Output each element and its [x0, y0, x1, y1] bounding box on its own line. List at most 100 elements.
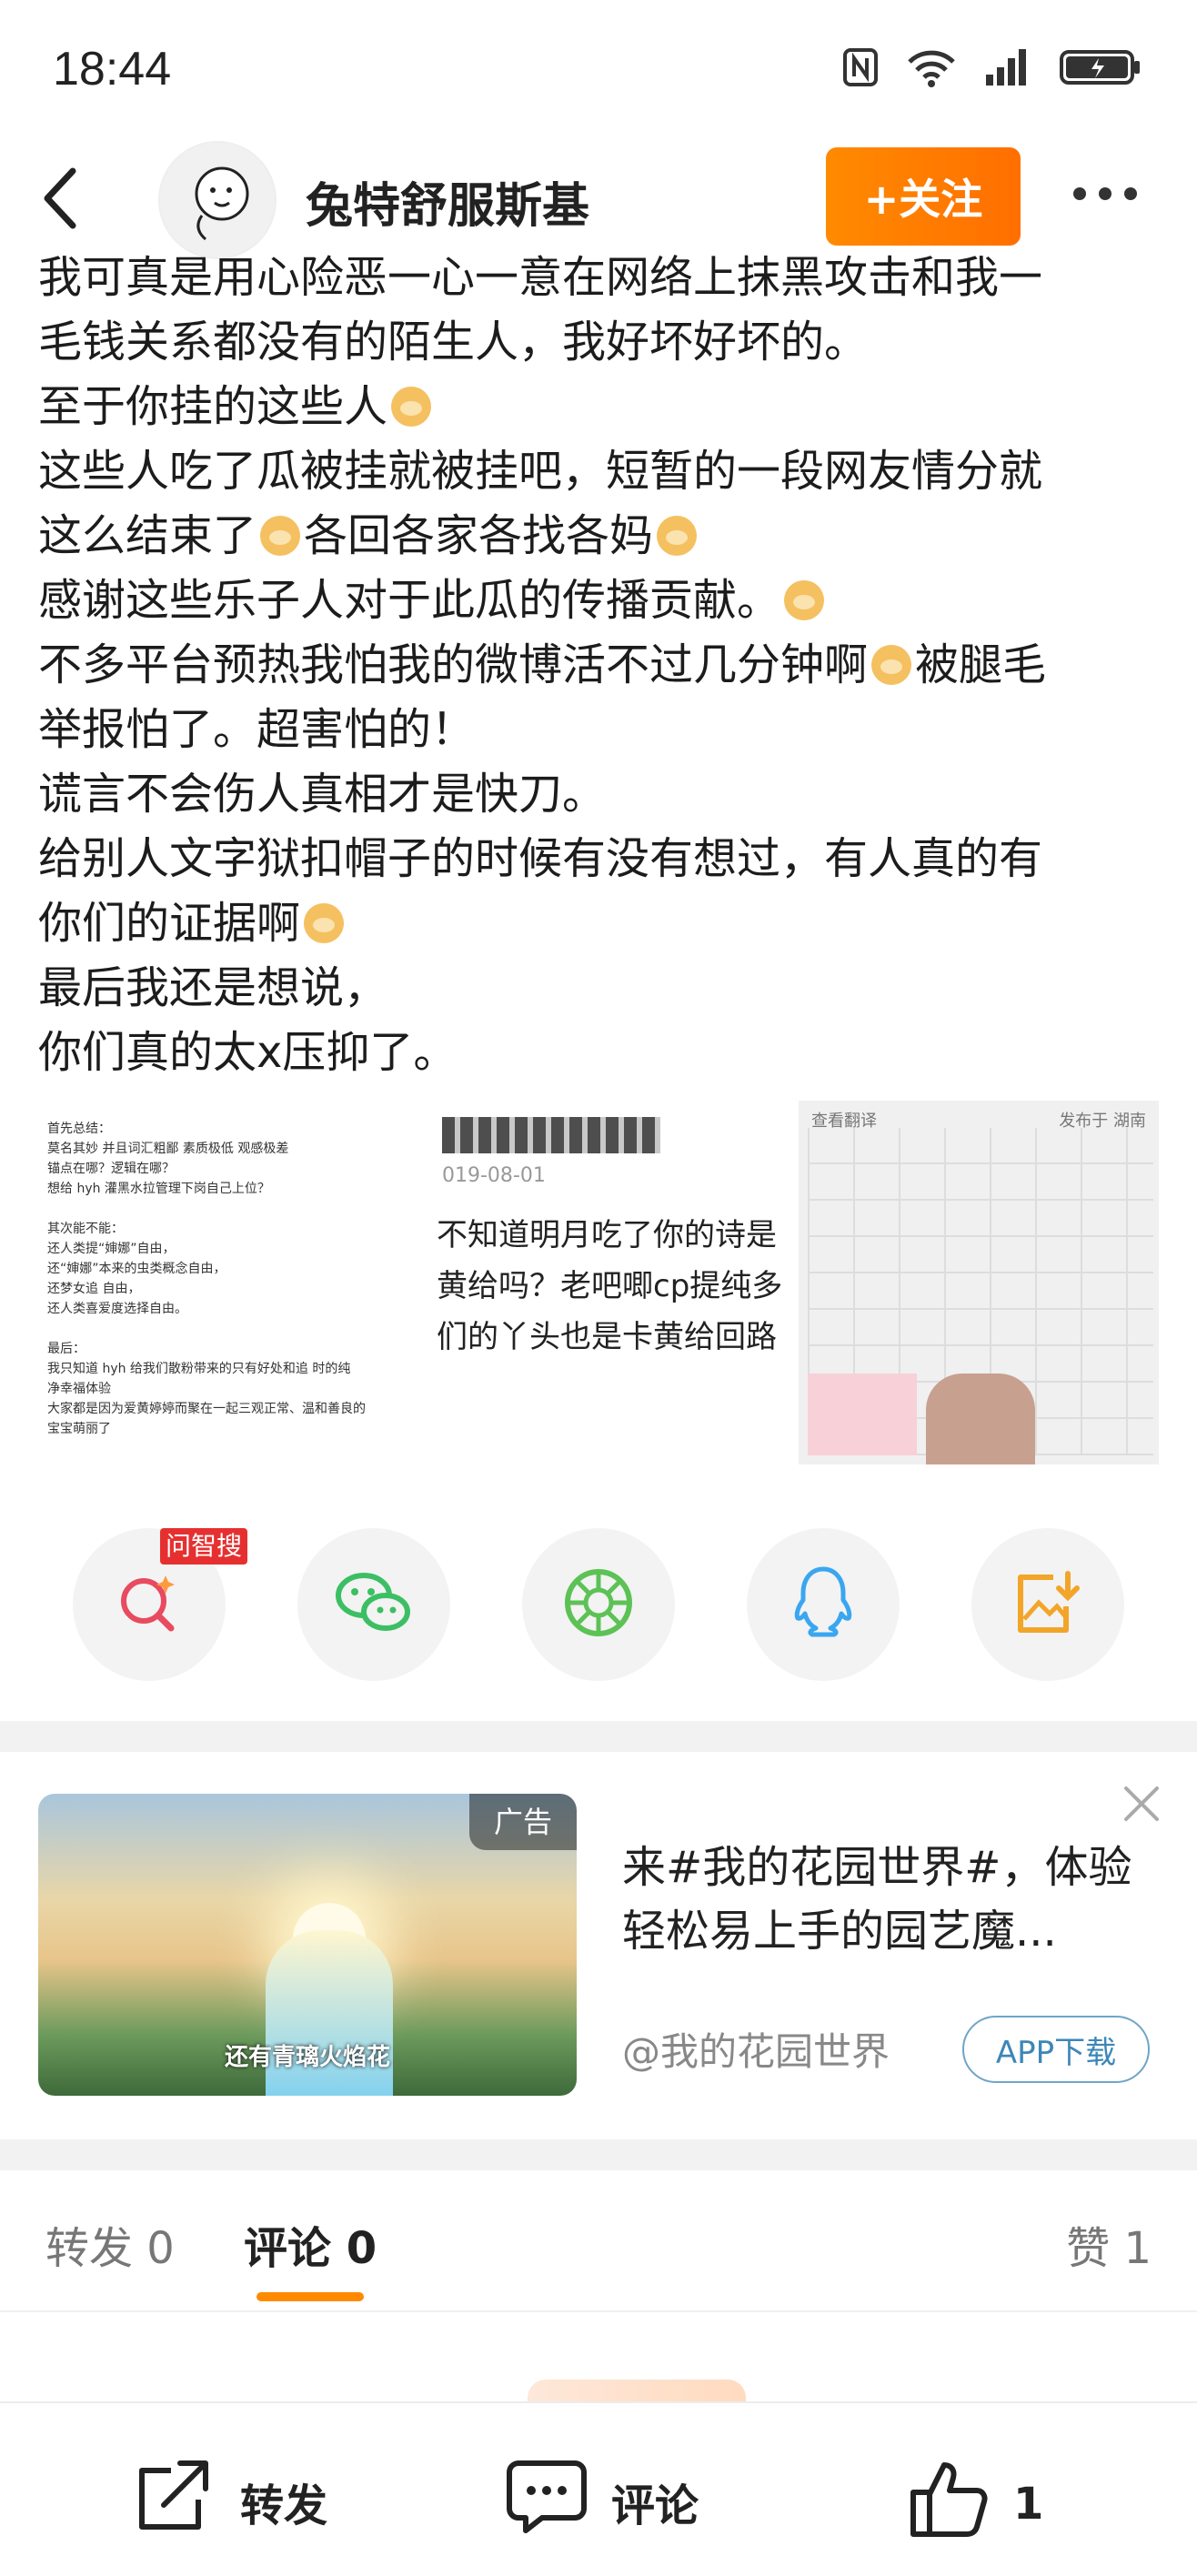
- blurred-username: [442, 1117, 660, 1153]
- avatar[interactable]: [158, 141, 277, 259]
- section-divider: [0, 2139, 1197, 2170]
- status-bar: 18:44: [0, 0, 1197, 136]
- ad-image[interactable]: 广告 还有青璃火焰花: [38, 1794, 577, 2096]
- signal-icon: [984, 47, 1031, 91]
- doge-emoji-icon: [260, 516, 301, 556]
- more-icon[interactable]: [1073, 180, 1146, 207]
- back-icon[interactable]: [36, 162, 91, 235]
- image-text-line: 净幸福体验: [47, 1382, 111, 1396]
- share-save-image[interactable]: [971, 1528, 1124, 1681]
- wechat-icon: [333, 1566, 415, 1643]
- post-text-segment: 各回各家各找各妈: [304, 510, 654, 561]
- doge-emoji-icon: [871, 645, 912, 685]
- tab-like[interactable]: 赞 1: [1066, 2212, 1152, 2276]
- nfc-icon: [842, 47, 879, 91]
- post-line: 最后我还是想说，: [38, 962, 388, 1013]
- tab-comment[interactable]: 评论 0: [244, 2212, 377, 2276]
- like-count: 1: [1013, 2479, 1044, 2530]
- post-text-segment: 至于你挂的这些人: [38, 381, 388, 432]
- repost-button[interactable]: 转发: [135, 2458, 327, 2545]
- image-text-line: 还“婶娜”本来的虫类概念自由，: [47, 1262, 226, 1276]
- comment-bubble-icon: [506, 2458, 588, 2545]
- save-image-icon: [1011, 1566, 1084, 1643]
- post-line: 谎言不会伤人真相才是快刀。: [38, 769, 607, 820]
- post-line: 这么结束了 各回各家各找各妈: [38, 504, 1166, 569]
- post-line: 你们真的太x压抑了。: [38, 1027, 458, 1078]
- image-text-line: 不知道明月吃了你的诗是: [437, 1217, 777, 1253]
- thumbs-up-icon: [908, 2458, 990, 2551]
- image-text-line: 还人类喜爱度选择自由。: [47, 1302, 187, 1316]
- status-time: 18:44: [53, 43, 172, 96]
- share-moments[interactable]: [522, 1528, 675, 1681]
- moments-icon: [562, 1566, 635, 1643]
- app-download-button[interactable]: APP下载: [962, 2016, 1150, 2083]
- close-icon[interactable]: [1121, 1783, 1162, 1825]
- repost-label: 转发: [240, 2480, 328, 2531]
- post-line: 我可真是用心险恶一心一意在网络上抹黑攻击和我一: [38, 252, 1043, 303]
- wifi-icon: [906, 47, 957, 91]
- image-text-line: 我只知道 hyh 给我们散粉带来的只有好处和追 时的纯: [47, 1362, 351, 1376]
- doge-emoji-icon: [304, 903, 345, 943]
- search-ai-icon: [113, 1566, 186, 1643]
- share-arrow-icon: [135, 2458, 216, 2545]
- active-tab-indicator: [256, 2292, 364, 2301]
- post-header: 兔特舒服斯基 +关注: [0, 136, 1197, 264]
- post-body: 我可真是用心险恶一心一意在网络上抹黑攻击和我一 毛钱关系都没有的陌生人，我好坏好…: [38, 246, 1166, 1085]
- image-text-line: 其次能不能：: [47, 1222, 124, 1236]
- post-text-segment: 你们的证据啊: [38, 898, 301, 949]
- ad-caption: 还有青璃火焰花: [224, 2044, 390, 2071]
- doge-emoji-icon: [784, 580, 825, 620]
- user-name[interactable]: 兔特舒服斯基: [306, 167, 589, 236]
- comment-label: 评论: [611, 2480, 699, 2531]
- image-text-line: 还梦女追 自由，: [47, 1282, 141, 1296]
- like-button[interactable]: 1: [908, 2458, 1043, 2551]
- section-divider: [0, 1721, 1197, 1752]
- comment-button[interactable]: 评论: [506, 2458, 699, 2545]
- image-text-line: 大家都是因为爱黄婷婷而聚在一起三观正常、温和善良的: [47, 1402, 366, 1416]
- doge-emoji-icon: [391, 387, 432, 427]
- status-icons: [842, 47, 1142, 91]
- post-line: 这些人吃了瓜被挂就被挂吧，短暂的一段网友情分就: [38, 446, 1043, 497]
- post-text-segment: 感谢这些乐子人对于此瓜的传播贡献。: [38, 575, 781, 626]
- ad-title[interactable]: 来#我的花园世界#，体验轻松易上手的园艺魔...: [622, 1836, 1150, 1963]
- post-line: 感谢这些乐子人对于此瓜的传播贡献。: [38, 569, 1166, 633]
- tab-repost[interactable]: 转发 0: [45, 2212, 175, 2276]
- post-image-1[interactable]: 首先总结： 莫名其妙 并且词汇粗鄙 素质极低 观感极差 锚点在哪？逻辑在哪？ 想…: [38, 1101, 417, 1464]
- image-text-line: 锚点在哪？逻辑在哪？: [47, 1162, 175, 1176]
- image-text-line: 宝宝萌丽了: [47, 1422, 111, 1436]
- post-tabs: 转发 0 评论 0 赞 1: [0, 2176, 1197, 2312]
- post-text-segment: 不多平台预热我怕我的微博活不过几分钟啊: [38, 639, 869, 690]
- post-line: 毛钱关系都没有的陌生人，我好坏好坏的。: [38, 317, 869, 367]
- image-text-line: 莫名其妙 并且词汇粗鄙 素质极低 观感极差: [47, 1142, 289, 1156]
- doge-emoji-icon: [657, 516, 698, 556]
- image-text-line: 最后：: [47, 1342, 86, 1356]
- reaction-face-image: [926, 1374, 1035, 1464]
- post-line: 至于你挂的这些人: [38, 375, 1166, 439]
- qq-icon: [791, 1564, 855, 1645]
- image-text-line: 黄给吗？老吧唧cp提纯多: [437, 1268, 783, 1304]
- post-text-segment: 这么结束了: [38, 510, 257, 561]
- post-images: 首先总结： 莫名其妙 并且词汇粗鄙 素质极低 观感极差 锚点在哪？逻辑在哪？ 想…: [38, 1101, 1159, 1464]
- bottom-action-bar: 转发 评论 1: [0, 2401, 1197, 2576]
- post-line: 你们的证据啊: [38, 891, 1166, 956]
- ad-source[interactable]: @我的花园世界: [622, 2021, 890, 2077]
- screenshot-annotation: [808, 1374, 917, 1455]
- image-text-line: 还人类提“婶娜”自由，: [47, 1242, 176, 1256]
- ad-tag: 广告: [469, 1794, 577, 1850]
- battery-icon: [1059, 47, 1142, 91]
- post-image-3[interactable]: 查看翻译 发布于 湖南: [799, 1101, 1159, 1464]
- post-line: 举报怕了。超害怕的！: [38, 704, 476, 755]
- ai-search-badge: 问智搜: [160, 1528, 247, 1565]
- image-date: 019-08-01: [442, 1164, 546, 1187]
- share-wechat[interactable]: [297, 1528, 450, 1681]
- image-text-line: 想给 hyh 灌黑水拉管理下岗自己上位？: [47, 1182, 270, 1196]
- image-text-block: 不知道明月吃了你的诗是 黄给吗？老吧唧cp提纯多 们的丫头也是卡黄给回路: [437, 1210, 782, 1363]
- post-text-segment: 被腿毛: [915, 639, 1047, 690]
- post-line: 不多平台预热我怕我的微博活不过几分钟啊 被腿毛: [38, 633, 1166, 698]
- post-line: 给别人文字狱扣帽子的时候有没有想过，有人真的有: [38, 833, 1043, 884]
- follow-button[interactable]: +关注: [826, 147, 1021, 246]
- image-text-line: 们的丫头也是卡黄给回路: [437, 1319, 777, 1355]
- post-image-2[interactable]: 019-08-01 不知道明月吃了你的诗是 黄给吗？老吧唧cp提纯多 们的丫头也…: [428, 1101, 788, 1464]
- share-qq[interactable]: [747, 1528, 900, 1681]
- image-text-line: 首先总结：: [47, 1122, 111, 1136]
